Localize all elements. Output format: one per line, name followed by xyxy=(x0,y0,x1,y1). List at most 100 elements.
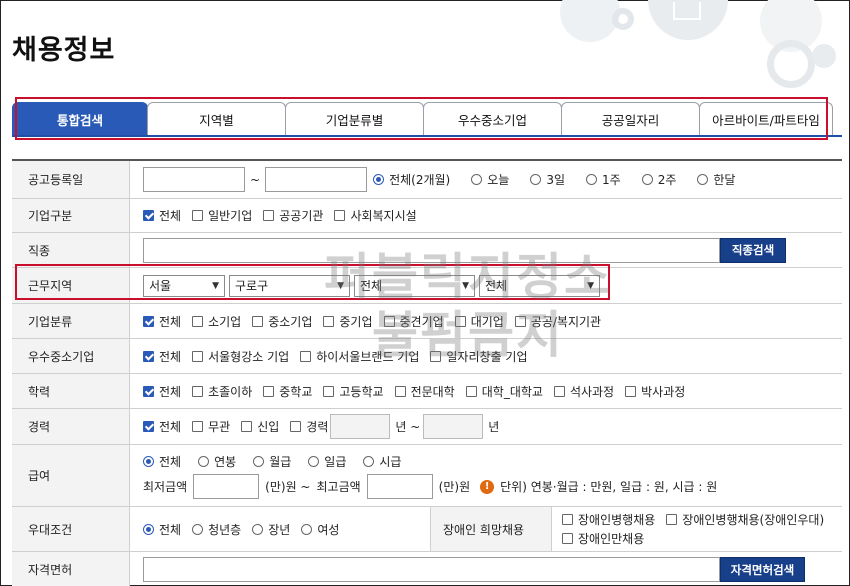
chevron-down-icon: ▼ xyxy=(462,280,469,291)
radio-pref-all[interactable]: 전체 xyxy=(143,521,181,538)
check-career-new[interactable]: 신입 xyxy=(241,418,279,435)
check-edu-high[interactable]: 고등학교 xyxy=(323,383,384,400)
checkbox-icon xyxy=(143,210,154,221)
check-company-type-general[interactable]: 일반기업 xyxy=(192,207,252,224)
tab-public-jobs[interactable]: 공공일자리 xyxy=(561,102,700,136)
check-career-all[interactable]: 전체 xyxy=(143,418,181,435)
check-disabled-only[interactable]: 장애인만채용 xyxy=(562,530,644,547)
license-search-button[interactable]: 자격면허검색 xyxy=(720,557,805,582)
radio-icon xyxy=(253,456,265,467)
check-edu-middle[interactable]: 중학교 xyxy=(263,383,312,400)
posting-date-cell: ~ 전체(2개월) 오늘 3일 1주 2주 한달 xyxy=(130,161,842,198)
career-years-from-input[interactable] xyxy=(330,414,391,439)
check-class-medium[interactable]: 중기업 xyxy=(323,313,373,330)
check-sme-all[interactable]: 전체 xyxy=(143,348,181,365)
career-years-to-input[interactable] xyxy=(423,414,484,439)
checkbox-icon xyxy=(430,350,442,362)
region-district-select[interactable]: 구로구 ▼ xyxy=(229,274,350,297)
radio-pref-women[interactable]: 여성 xyxy=(301,521,339,538)
preference-cell: 전체 청년층 장년 여성 xyxy=(130,507,430,551)
check-class-all[interactable]: 전체 xyxy=(143,313,181,330)
tab-part-time[interactable]: 아르바이트/파트타임 xyxy=(699,102,833,136)
check-disabled-parallel[interactable]: 장애인병행채용 xyxy=(562,511,655,528)
check-edu-college[interactable]: 전문대학 xyxy=(394,383,455,400)
check-edu-masters[interactable]: 석사과정 xyxy=(553,383,614,400)
row-education: 학력 전체 초졸이하 중학교 고등학교 전문대학 대학_대학교 석사과정 박사과… xyxy=(12,374,842,409)
radio-pref-youth[interactable]: 청년층 xyxy=(192,521,241,538)
check-disabled-parallel-pref[interactable]: 장애인병행채용(장애인우대) xyxy=(666,511,824,528)
salary-min-input[interactable] xyxy=(193,474,260,499)
check-sme-seoul-strong[interactable]: 서울형강소 기업 xyxy=(192,348,289,365)
salary-type-row: 전체 연봉 월급 일급 시급 xyxy=(143,451,412,473)
checkbox-icon xyxy=(143,350,154,362)
row-license: 자격면허 자격면허검색 xyxy=(12,552,842,586)
radio-period-1week[interactable]: 1주 xyxy=(586,171,621,188)
chevron-down-icon: ▼ xyxy=(587,280,594,291)
date-separator: ~ xyxy=(250,172,261,187)
decorative-circle xyxy=(812,44,836,68)
education-label: 학력 xyxy=(12,374,130,408)
date-from-input[interactable] xyxy=(143,167,245,192)
checkbox-icon xyxy=(323,315,335,327)
check-edu-all[interactable]: 전체 xyxy=(143,383,181,400)
work-region-cell: 서울 ▼ 구로구 ▼ 전체 ▼ 전체 ▼ xyxy=(130,268,842,303)
radio-salary-monthly[interactable]: 월급 xyxy=(253,453,291,470)
check-edu-doctorate[interactable]: 박사과정 xyxy=(625,383,685,400)
salary-label: 급여 xyxy=(12,445,130,506)
radio-salary-daily[interactable]: 일급 xyxy=(308,453,346,470)
row-company-type: 기업구분 전체 일반기업 공공기관 사회복지시설 xyxy=(12,199,842,233)
radio-period-2weeks[interactable]: 2주 xyxy=(641,171,676,188)
job-type-cell: 직종검색 xyxy=(130,233,842,267)
check-sme-job-creation[interactable]: 일자리창출 기업 xyxy=(430,348,528,365)
radio-pref-senior[interactable]: 장년 xyxy=(252,521,290,538)
career-label: 경력 xyxy=(12,409,130,444)
job-type-input[interactable] xyxy=(143,237,720,263)
row-career: 경력 전체 무관 신입 경력 년 ~ 년 xyxy=(12,409,842,445)
radio-period-today[interactable]: 오늘 xyxy=(471,171,509,188)
exclamation-icon: ! xyxy=(480,479,495,494)
region-sub1-select[interactable]: 전체 ▼ xyxy=(354,274,475,297)
radio-icon xyxy=(308,456,320,467)
checkbox-icon xyxy=(514,315,526,327)
radio-salary-hourly[interactable]: 시급 xyxy=(363,453,401,470)
license-input[interactable] xyxy=(143,557,720,582)
checkbox-icon xyxy=(143,385,154,397)
check-company-type-public[interactable]: 공공기관 xyxy=(263,207,323,224)
check-edu-elementary[interactable]: 초졸이하 xyxy=(192,383,252,400)
decorative-circle xyxy=(767,40,815,88)
region-sub2-select[interactable]: 전체 ▼ xyxy=(479,274,600,297)
check-sme-hiseoul[interactable]: 하이서울브랜드 기업 xyxy=(300,348,419,365)
check-career-any[interactable]: 무관 xyxy=(192,418,230,435)
salary-min-unit: (만)원 ~ xyxy=(265,480,311,494)
salary-max-input[interactable] xyxy=(366,474,433,499)
tab-by-company-class[interactable]: 기업분류별 xyxy=(285,102,424,136)
tab-by-region[interactable]: 지역별 xyxy=(147,102,286,136)
check-class-large[interactable]: 대기업 xyxy=(454,313,504,330)
radio-salary-annual[interactable]: 연봉 xyxy=(198,453,236,470)
check-company-type-welfare[interactable]: 사회복지시설 xyxy=(334,207,417,224)
row-posting-date: 공고등록일 ~ 전체(2개월) 오늘 3일 1주 2주 한달 xyxy=(12,161,842,199)
check-class-sme[interactable]: 중소기업 xyxy=(252,313,312,330)
radio-period-all[interactable]: 전체(2개월) xyxy=(373,171,450,188)
check-edu-university[interactable]: 대학_대학교 xyxy=(465,383,543,400)
region-city-select[interactable]: 서울 ▼ xyxy=(143,274,225,297)
tab-integrated-search[interactable]: 통합검색 xyxy=(12,102,148,136)
check-class-public-welfare[interactable]: 공공/복지기관 xyxy=(514,313,601,330)
license-label: 자격면허 xyxy=(12,552,130,586)
check-class-midsize[interactable]: 중견기업 xyxy=(383,313,444,330)
job-type-search-button[interactable]: 직종검색 xyxy=(720,237,786,263)
radio-salary-all[interactable]: 전체 xyxy=(143,453,181,470)
check-company-type-all[interactable]: 전체 xyxy=(143,207,181,224)
disabled-options-row: 장애인만채용 xyxy=(562,529,655,548)
radio-period-1month[interactable]: 한달 xyxy=(697,171,735,188)
company-type-label: 기업구분 xyxy=(12,199,130,232)
check-career-experienced[interactable]: 경력 xyxy=(290,418,328,435)
date-to-input[interactable] xyxy=(265,167,368,192)
checkbox-icon xyxy=(241,421,253,432)
radio-period-3days[interactable]: 3일 xyxy=(530,171,565,188)
check-class-small[interactable]: 소기업 xyxy=(192,313,241,330)
radio-icon xyxy=(530,174,542,185)
tab-excellent-sme[interactable]: 우수중소기업 xyxy=(423,102,562,136)
salary-range-row: 최저금액 (만)원 ~ 최고금액 (만)원 ! 단위) 연봉·월급 : 만원, … xyxy=(143,473,717,501)
book-icon xyxy=(673,2,701,20)
